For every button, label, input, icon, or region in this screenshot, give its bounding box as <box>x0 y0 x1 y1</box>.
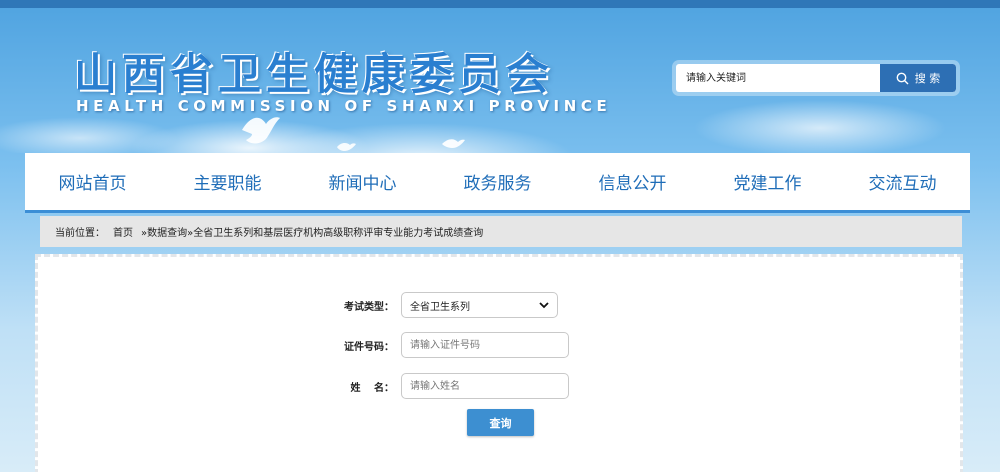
nav-item-news[interactable]: 新闻中心 <box>295 169 430 194</box>
exam-type-label: 考试类型： <box>344 301 394 313</box>
query-button[interactable]: 查询 <box>467 409 534 436</box>
dove-icon <box>337 142 356 151</box>
exam-type-row: 考试类型： 全省卫生系列 <box>332 292 558 318</box>
chevron-down-icon <box>539 302 549 309</box>
nav-item-disclosure[interactable]: 信息公开 <box>565 169 700 194</box>
nav-item-functions[interactable]: 主要职能 <box>160 169 295 194</box>
nav-item-services[interactable]: 政务服务 <box>430 169 565 194</box>
main-nav: 网站首页 主要职能 新闻中心 政务服务 信息公开 党建工作 交流互动 <box>25 153 970 213</box>
breadcrumb-prefix: 当前位置： <box>55 228 105 239</box>
site-subtitle-en: HEALTH COMMISSION OF SHANXI PROVINCE <box>76 97 612 115</box>
nav-item-home[interactable]: 网站首页 <box>25 169 160 194</box>
query-panel: 考试类型： 全省卫生系列 证件号码： 姓 名： 查询 <box>35 254 963 472</box>
name-row: 姓 名： <box>332 373 569 399</box>
search-icon <box>896 72 909 84</box>
site-title: 山西省卫生健康委员会 <box>74 50 554 100</box>
search-button[interactable]: 搜 索 <box>880 64 956 92</box>
exam-type-value: 全省卫生系列 <box>410 301 470 313</box>
exam-type-select[interactable]: 全省卫生系列 <box>401 292 558 318</box>
top-bar <box>0 0 1000 8</box>
breadcrumb-home-link[interactable]: 首页 <box>113 224 133 239</box>
id-number-row: 证件号码： <box>332 332 569 358</box>
id-number-input[interactable] <box>401 332 569 358</box>
nav-item-party[interactable]: 党建工作 <box>700 169 835 194</box>
dove-icon <box>442 139 465 148</box>
nav-item-interaction[interactable]: 交流互动 <box>835 169 970 194</box>
dove-icon <box>242 117 280 144</box>
name-label: 姓 名： <box>350 382 394 394</box>
id-number-label: 证件号码： <box>344 341 394 353</box>
breadcrumb-path[interactable]: »数据查询»全省卫生系列和基层医疗机构高级职称评审专业能力考试成绩查询 <box>141 224 483 239</box>
breadcrumb: 当前位置： 首页 »数据查询»全省卫生系列和基层医疗机构高级职称评审专业能力考试… <box>40 216 962 247</box>
search-input[interactable] <box>676 64 880 92</box>
search-button-label: 搜 索 <box>914 72 941 85</box>
search-box: 搜 索 <box>676 64 956 92</box>
name-input[interactable] <box>401 373 569 399</box>
